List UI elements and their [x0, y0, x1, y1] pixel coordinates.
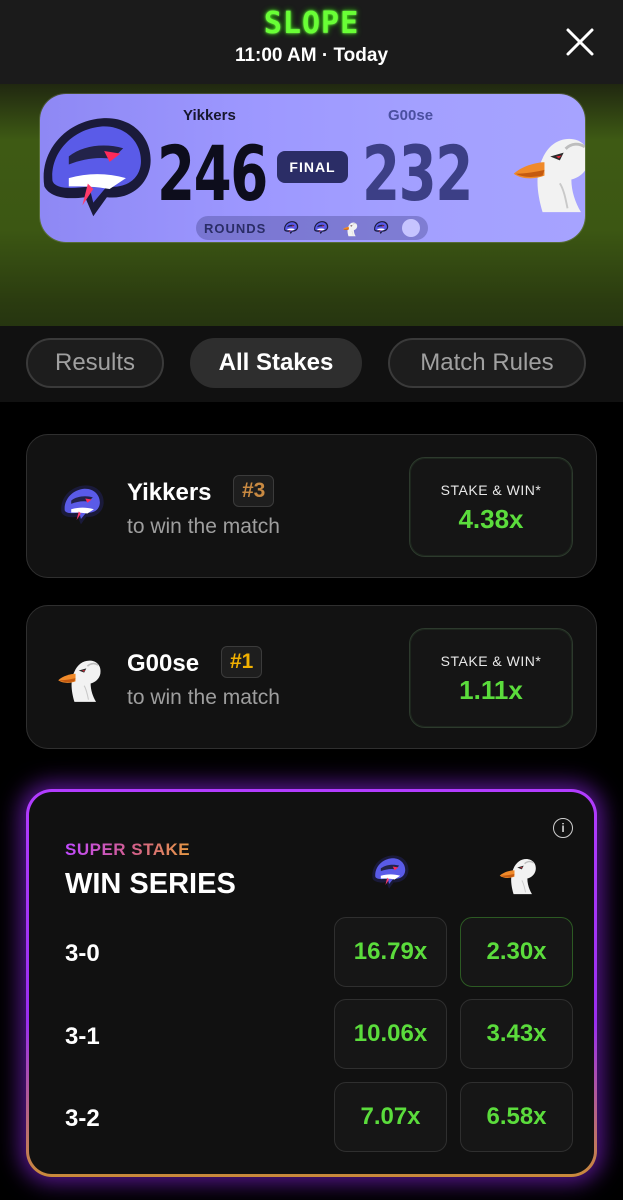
score-card: Yikkers G00se 246 232 FINAL ROUNDS — [40, 94, 585, 242]
stake-subtitle: to win the match — [127, 686, 280, 709]
stake-team-name: Yikkers — [127, 479, 212, 506]
viper-icon — [367, 850, 413, 896]
rank-badge: #3 — [233, 475, 275, 507]
goose-logo-icon — [508, 98, 585, 238]
stake-win-button-yikkers[interactable]: STAKE & WIN* 4.38x — [409, 457, 573, 557]
app-title: SLOPE — [263, 6, 360, 41]
stake-subtitle: to win the match — [127, 515, 280, 538]
close-icon[interactable] — [562, 24, 598, 60]
odds-button-3-2-yikkers[interactable]: 7.07x — [334, 1082, 447, 1152]
match-time: 11:00 AM · Today — [234, 45, 389, 66]
tab-all-stakes[interactable]: All Stakes — [190, 338, 362, 388]
odds-button-3-2-goose[interactable]: 6.58x — [460, 1082, 573, 1152]
team-b-score: 232 — [362, 129, 473, 218]
rounds-label: ROUNDS — [204, 221, 267, 236]
odds-button-3-0-yikkers[interactable]: 16.79x — [334, 917, 447, 987]
info-icon[interactable]: i — [553, 818, 573, 838]
super-stake-title: WIN SERIES — [65, 868, 236, 900]
tab-results[interactable]: Results — [26, 338, 164, 388]
stake-multiplier: 1.11x — [459, 675, 523, 705]
team-b-name: G00se — [388, 107, 434, 124]
round-5-empty — [402, 219, 420, 237]
series-score-label: 3-2 — [65, 1105, 100, 1132]
round-2-viper-icon — [312, 219, 330, 237]
stake-card-goose: G00se #1 to win the match STAKE & WIN* 1… — [26, 605, 597, 749]
rank-badge: #1 — [221, 646, 263, 678]
stake-button-label: STAKE & WIN* — [440, 653, 542, 669]
stake-win-button-goose[interactable]: STAKE & WIN* 1.11x — [409, 628, 573, 728]
viper-icon — [55, 479, 109, 533]
series-score-label: 3-1 — [65, 1023, 100, 1050]
series-score-label: 3-0 — [65, 940, 100, 967]
match-header: SLOPE 11:00 AM · Today Yikkers G00se 246… — [0, 0, 623, 326]
stake-card-yikkers: Yikkers #3 to win the match STAKE & WIN*… — [26, 434, 597, 578]
stake-team-name: G00se — [127, 650, 200, 677]
goose-icon — [497, 850, 543, 896]
yikkers-logo-icon — [40, 102, 166, 238]
odds-button-3-0-goose[interactable]: 2.30x — [460, 917, 573, 987]
rounds-bar: ROUNDS — [196, 216, 428, 240]
team-a-name: Yikkers — [183, 107, 236, 124]
goose-icon — [55, 650, 109, 704]
round-4-viper-icon — [372, 219, 390, 237]
tab-match-rules[interactable]: Match Rules — [388, 338, 586, 388]
stake-multiplier: 4.38x — [458, 504, 524, 534]
round-3-goose-icon — [342, 219, 360, 237]
super-stake-card: i SUPER STAKE WIN SERIES 3-0 16.79x 2.30… — [26, 789, 597, 1177]
super-stake-kicker: SUPER STAKE — [65, 840, 191, 859]
stake-button-label: STAKE & WIN* — [440, 482, 542, 498]
team-a-score: 246 — [157, 129, 268, 218]
odds-button-3-1-goose[interactable]: 3.43x — [460, 999, 573, 1069]
tab-bar: Results All Stakes Match Rules — [0, 326, 623, 402]
odds-button-3-1-yikkers[interactable]: 10.06x — [334, 999, 447, 1069]
round-1-viper-icon — [282, 219, 300, 237]
status-badge: FINAL — [277, 151, 348, 183]
